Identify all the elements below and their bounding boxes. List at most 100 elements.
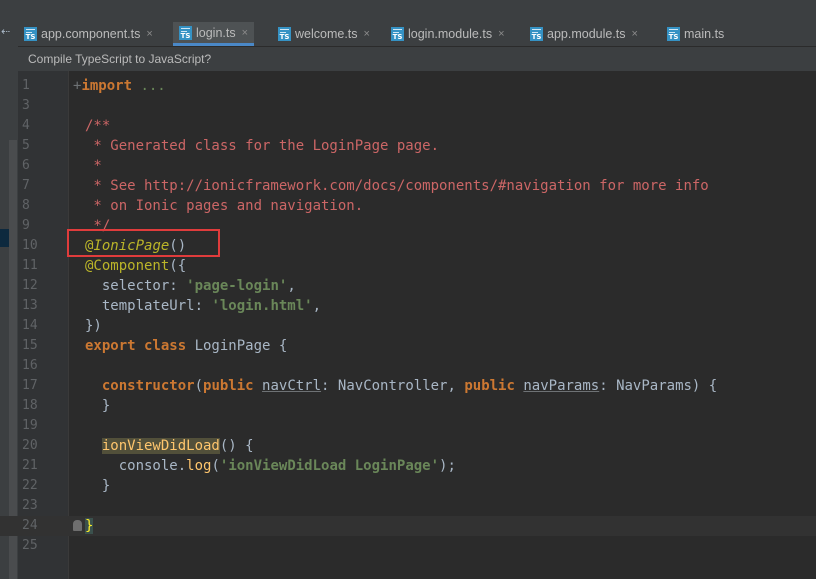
tab-label: login.ts <box>196 25 236 40</box>
code-token: }) <box>85 318 102 334</box>
tab-app-component-ts[interactable]: TS app.component.ts × <box>18 22 159 46</box>
code-text: @Component({ <box>85 256 186 276</box>
line-number: 18 <box>22 398 38 413</box>
line-number: 17 <box>22 378 38 393</box>
code-line[interactable]: 1 +import ... <box>0 76 816 96</box>
code-line[interactable]: 18 } <box>0 396 816 416</box>
line-number: 21 <box>22 458 38 473</box>
ts-file-icon: TS <box>278 27 291 41</box>
collapse-arrow-icon[interactable]: ⇠ <box>1 25 10 38</box>
code-token: } <box>85 478 111 494</box>
code-line[interactable]: 4 /** <box>0 116 816 136</box>
code-text: +import ... <box>73 76 166 96</box>
code-token: } <box>85 518 94 534</box>
code-token: 'login.html' <box>211 298 313 314</box>
code-line[interactable]: 8 * on Ionic pages and navigation. <box>0 196 816 216</box>
code-token: * See http://ionicframework.com/docs/com… <box>85 178 709 194</box>
line-number: 7 <box>22 178 30 193</box>
line-number: 6 <box>22 158 30 173</box>
intention-bulb-icon[interactable] <box>73 520 82 531</box>
code-token: selector: <box>85 278 187 294</box>
tab-login-module-ts[interactable]: TS login.module.ts × <box>385 22 511 46</box>
tab-login-ts[interactable]: TS login.ts × <box>173 22 255 46</box>
code-token: * on Ionic pages and navigation. <box>85 198 364 214</box>
code-line[interactable]: 11 @Component({ <box>0 256 816 276</box>
code-line[interactable]: 22 } <box>0 476 816 496</box>
code-token: navParams <box>523 378 600 394</box>
tab-label: main.ts <box>684 27 725 41</box>
code-text: * <box>85 156 102 176</box>
code-token: ); <box>439 458 456 474</box>
close-icon[interactable]: × <box>632 28 638 40</box>
line-number: 5 <box>22 138 30 153</box>
code-text: selector: 'page-login', <box>85 276 296 296</box>
code-line[interactable]: 25 <box>0 536 816 556</box>
code-line[interactable]: 15 export class LoginPage { <box>0 336 816 356</box>
code-line[interactable]: 6 * <box>0 156 816 176</box>
line-number: 8 <box>22 198 30 213</box>
code-line[interactable]: 24} <box>0 516 816 536</box>
line-number: 12 <box>22 278 38 293</box>
close-icon[interactable]: × <box>498 28 504 40</box>
code-line[interactable]: 21 console.log('ionViewDidLoad LoginPage… <box>0 456 816 476</box>
code-line[interactable]: 19 <box>0 416 816 436</box>
tab-app-module-ts[interactable]: TS app.module.ts × <box>524 22 644 46</box>
line-number: 25 <box>22 538 38 553</box>
line-number: 24 <box>22 518 38 533</box>
line-number: 14 <box>22 318 38 333</box>
code-token: @Component <box>85 258 170 274</box>
code-token: /** <box>85 118 111 134</box>
code-token: constructor <box>101 378 195 394</box>
code-token: ({ <box>169 258 187 274</box>
ts-file-icon: TS <box>391 27 404 41</box>
code-token: export class <box>85 338 195 354</box>
code-text: } <box>85 396 110 416</box>
code-line[interactable]: 13 templateUrl: 'login.html', <box>0 296 816 316</box>
code-token: : NavParams) { <box>599 378 718 394</box>
line-number: 10 <box>22 238 38 253</box>
code-token: , <box>312 298 322 314</box>
close-icon[interactable]: × <box>364 28 370 40</box>
code-token: navCtrl <box>262 378 322 394</box>
title-area <box>18 0 816 22</box>
code-line[interactable]: 3 <box>0 96 816 116</box>
tab-label: welcome.ts <box>295 27 358 41</box>
tab-label: app.component.ts <box>41 27 141 41</box>
code-line[interactable]: 7 * See http://ionicframework.com/docs/c… <box>0 176 816 196</box>
code-token: * Generated class for the LoginPage page… <box>85 138 440 154</box>
code-text: * on Ionic pages and navigation. <box>85 196 363 216</box>
line-number: 4 <box>22 118 30 133</box>
tab-main-ts[interactable]: TS main.ts <box>661 22 730 46</box>
ts-file-icon: TS <box>24 27 37 41</box>
ts-file-icon: TS <box>179 25 192 40</box>
code-line[interactable]: 12 selector: 'page-login', <box>0 276 816 296</box>
tab-welcome-ts[interactable]: TS welcome.ts × <box>272 22 376 46</box>
line-number: 9 <box>22 218 30 233</box>
tab-label: login.module.ts <box>408 27 493 41</box>
code-line[interactable]: 14}) <box>0 316 816 336</box>
code-token: * <box>85 158 102 174</box>
line-number: 1 <box>22 78 30 93</box>
ts-file-icon: TS <box>530 27 543 41</box>
code-token: LoginPage <box>194 338 279 354</box>
line-number: 20 <box>22 438 38 453</box>
code-text: console.log('ionViewDidLoad LoginPage'); <box>85 456 456 476</box>
code-line[interactable]: 23 <box>0 496 816 516</box>
code-token: () { <box>219 438 254 454</box>
code-token: ... <box>140 78 166 94</box>
code-line[interactable]: 20 ionViewDidLoad() { <box>0 436 816 456</box>
code-line[interactable]: 5 * Generated class for the LoginPage pa… <box>0 136 816 156</box>
close-icon[interactable]: × <box>146 28 152 40</box>
compile-notification-bar[interactable]: Compile TypeScript to JavaScript? <box>18 47 816 71</box>
tab-label: app.module.ts <box>547 27 626 41</box>
code-line[interactable]: 16 <box>0 356 816 376</box>
line-number: 13 <box>22 298 38 313</box>
code-token: } <box>85 398 111 414</box>
line-number: 11 <box>22 258 38 273</box>
close-icon[interactable]: × <box>242 27 248 39</box>
line-number: 15 <box>22 338 38 353</box>
code-token: public <box>203 378 263 394</box>
code-line[interactable]: 17 constructor(public navCtrl: NavContro… <box>0 376 816 396</box>
line-number: 3 <box>22 98 30 113</box>
